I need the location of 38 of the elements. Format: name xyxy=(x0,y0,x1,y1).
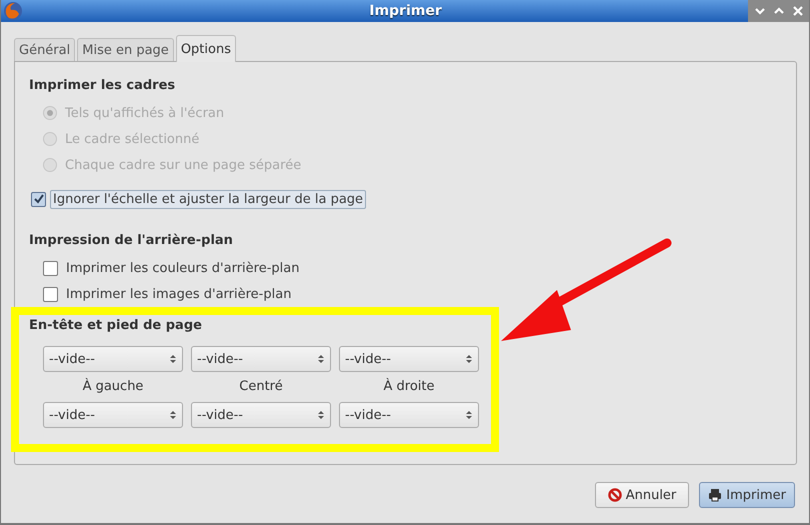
close-button[interactable] xyxy=(792,5,804,17)
checkbox[interactable] xyxy=(43,286,58,302)
tab[interactable]: Options xyxy=(176,35,236,62)
radio-label: Tels qu'affichés à l'écran xyxy=(65,106,224,120)
spinner-icon xyxy=(318,410,324,420)
checkbox-label: Ignorer l'échelle et ajuster la largeur de la page xyxy=(50,190,366,208)
dropdown[interactable]: --vide-- xyxy=(191,402,331,428)
fox-icon xyxy=(3,1,23,21)
print-button[interactable]: Imprimer xyxy=(699,482,795,508)
dropdown[interactable]: --vide-- xyxy=(339,346,479,372)
tab[interactable]: Général xyxy=(14,38,76,61)
spinner-icon xyxy=(170,354,176,364)
dropdown[interactable]: --vide-- xyxy=(191,346,331,372)
spinner-icon xyxy=(318,354,324,364)
dropdown[interactable]: --vide-- xyxy=(43,346,183,372)
window-title: Imprimer xyxy=(368,3,443,19)
dropdown[interactable]: --vide-- xyxy=(43,402,183,428)
radio-label: Chaque cadre sur une page séparée xyxy=(65,158,302,172)
checkbox[interactable] xyxy=(43,260,58,276)
spinner-icon xyxy=(466,354,472,364)
checkbox-label: Imprimer les images d'arrière-plan xyxy=(66,286,292,302)
checkbox-label: Imprimer les couleurs d'arrière-plan xyxy=(66,260,300,276)
column-label: À gauche xyxy=(82,377,144,396)
column-label: Centré xyxy=(238,378,284,396)
radio-label: Le cadre sélectionné xyxy=(65,132,200,146)
printer-icon xyxy=(708,488,722,502)
column-label: À droite xyxy=(382,377,436,396)
section-title: Imprimer les cadres xyxy=(29,78,176,95)
minimize-button[interactable] xyxy=(754,5,766,17)
spinner-icon xyxy=(466,410,472,420)
cancel-button[interactable]: Annuler xyxy=(594,482,690,508)
dropdown[interactable]: --vide-- xyxy=(339,402,479,428)
checkbox[interactable] xyxy=(31,192,46,206)
tab[interactable]: Mise en page xyxy=(77,38,174,61)
section-title: Impression de l'arrière-plan xyxy=(29,233,234,250)
spinner-icon xyxy=(170,410,176,420)
no-entry-icon xyxy=(608,488,622,502)
section-title: En-tête et pied de page xyxy=(29,318,203,335)
